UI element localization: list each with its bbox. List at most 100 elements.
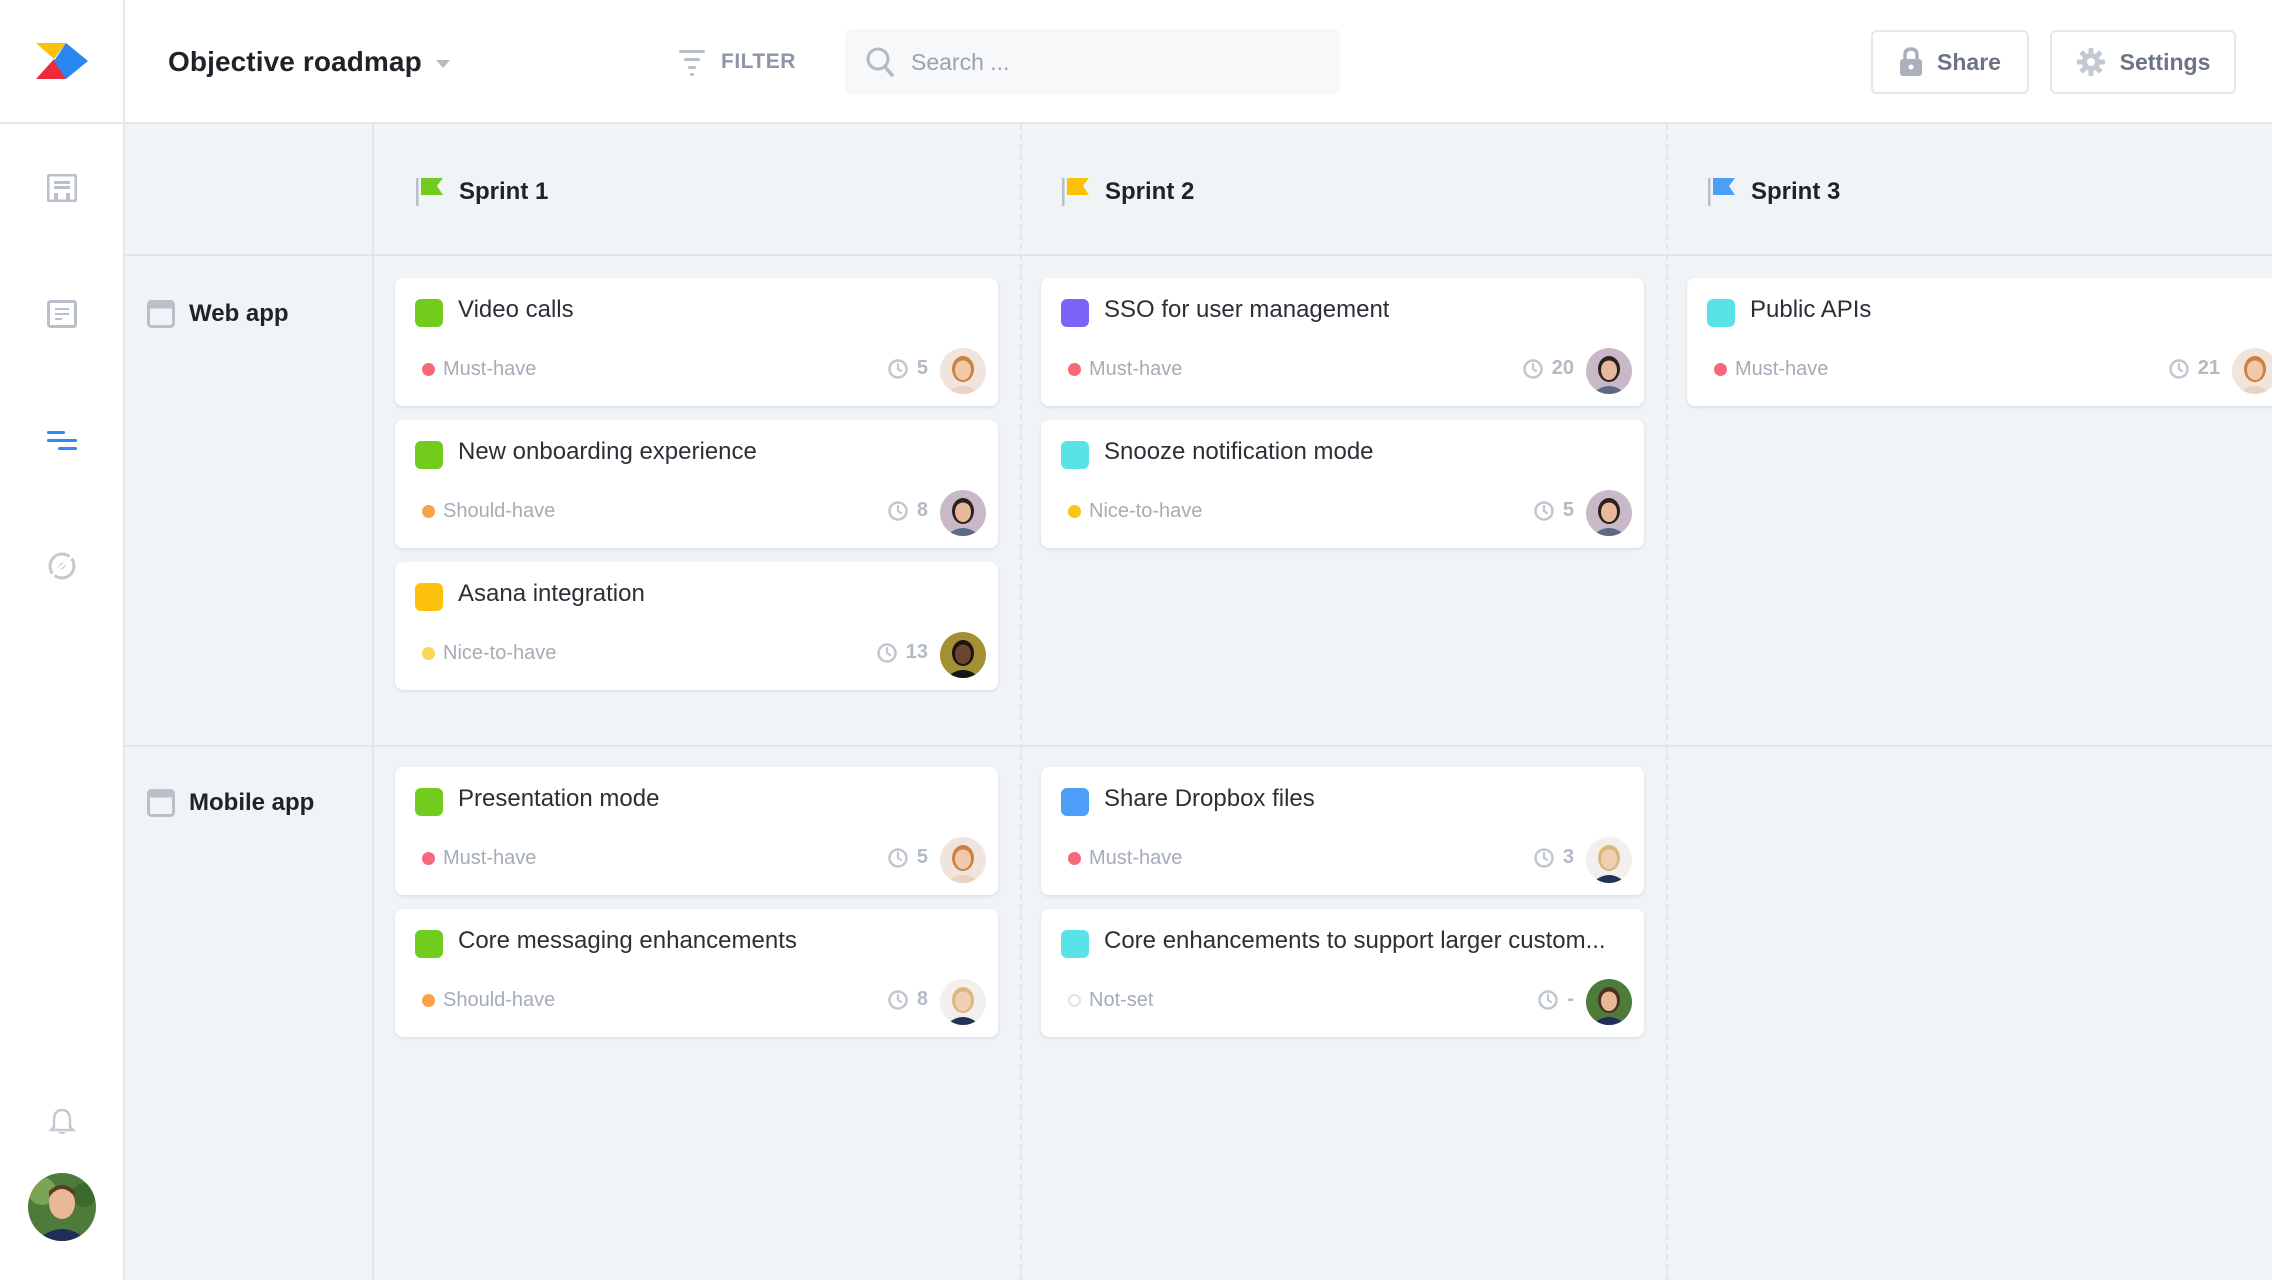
sidebar-item-roadmap[interactable] <box>0 410 123 470</box>
clock-icon <box>888 358 908 379</box>
sprint-divider <box>1020 124 1022 1280</box>
priority-dot-icon <box>422 363 435 376</box>
logo-icon <box>35 43 88 79</box>
roadmap-selector[interactable]: Objective roadmap <box>168 38 450 86</box>
search-input[interactable] <box>911 48 1331 76</box>
clock-icon <box>888 847 908 868</box>
share-button[interactable]: Share <box>1871 30 2029 94</box>
feature-color-swatch <box>1061 441 1089 469</box>
priority-badge[interactable]: Not-set <box>1068 989 1153 1012</box>
assignee-avatar[interactable] <box>1586 837 1632 883</box>
feature-title: Public APIs <box>1750 296 1872 323</box>
row-label-text: Web app <box>189 300 289 327</box>
priority-dot-icon <box>422 994 435 1007</box>
feature-color-swatch <box>1061 299 1089 327</box>
feature-card[interactable]: New onboarding experience Should-have 8 <box>395 420 998 548</box>
avatar-image <box>2232 348 2272 394</box>
priority-badge[interactable]: Must-have <box>1068 847 1182 870</box>
bell-icon <box>47 1108 76 1134</box>
feature-title: New onboarding experience <box>458 438 757 465</box>
priority-badge[interactable]: Should-have <box>422 500 555 523</box>
feature-card[interactable]: Snooze notification mode Nice-to-have 5 <box>1041 420 1644 548</box>
feature-card[interactable]: Presentation mode Must-have 5 <box>395 767 998 895</box>
page-title: Objective roadmap <box>168 46 422 77</box>
sprint-header-3[interactable]: Sprint 3 <box>1707 172 1840 212</box>
user-avatar-image <box>28 1173 96 1241</box>
assignee-avatar[interactable] <box>2232 348 2272 394</box>
assignee-avatar[interactable] <box>940 632 986 678</box>
feature-title: Share Dropbox files <box>1104 785 1315 812</box>
priority-badge[interactable]: Nice-to-have <box>1068 500 1202 523</box>
assignee-avatar[interactable] <box>1586 490 1632 536</box>
priority-badge[interactable]: Should-have <box>422 989 555 1012</box>
effort-value: 3 <box>1562 846 1574 868</box>
assignee-avatar[interactable] <box>940 837 986 883</box>
priority-label: Must-have <box>1089 847 1183 869</box>
assignee-avatar[interactable] <box>1586 348 1632 394</box>
feature-title: Video calls <box>458 296 574 323</box>
user-avatar[interactable] <box>28 1173 96 1241</box>
notifications-button[interactable] <box>0 1092 123 1152</box>
priority-dot-icon <box>1068 505 1081 518</box>
avatar-image <box>1586 837 1632 883</box>
sidebar-item-document[interactable] <box>0 284 123 344</box>
feature-card[interactable]: Video calls Must-have 5 <box>395 278 998 406</box>
priority-badge[interactable]: Must-have <box>422 847 536 870</box>
feature-card[interactable]: Public APIs Must-have 21 <box>1687 278 2272 406</box>
clock-icon <box>1523 358 1543 379</box>
sprint-divider <box>1666 124 1668 1280</box>
priority-label: Must-have <box>1735 358 1829 380</box>
sprint-header-1[interactable]: Sprint 1 <box>415 172 548 212</box>
row-label-mobile-app[interactable]: Mobile app <box>147 786 314 820</box>
flag-shape <box>421 178 443 195</box>
priority-dot-icon <box>1714 363 1727 376</box>
feature-color-swatch <box>415 788 443 816</box>
effort-value: 5 <box>916 357 928 379</box>
priority-dot-icon <box>422 852 435 865</box>
effort-estimate: 21 <box>2168 357 2220 380</box>
priority-label: Should-have <box>443 989 556 1011</box>
filter-button[interactable]: FILTER <box>679 40 796 84</box>
compass-icon <box>48 552 75 580</box>
feature-title: Presentation mode <box>458 785 660 812</box>
roadmap-board: Sprint 1 Sprint 2 Sprint 3 Web app Mobil… <box>125 124 2272 1280</box>
sidebar-item-board[interactable] <box>0 158 123 218</box>
priority-dot-icon <box>422 647 435 660</box>
assignee-avatar[interactable] <box>940 348 986 394</box>
feature-title: Core enhancements to support larger cust… <box>1104 927 1606 954</box>
sprint-header-2[interactable]: Sprint 2 <box>1061 172 1194 212</box>
priority-badge[interactable]: Nice-to-have <box>422 642 556 665</box>
assignee-avatar[interactable] <box>1586 979 1632 1025</box>
sidebar-item-explore[interactable] <box>0 536 123 596</box>
search-box[interactable] <box>845 29 1340 95</box>
avatar-image <box>940 632 986 678</box>
effort-estimate: 5 <box>887 846 928 869</box>
feature-card[interactable]: SSO for user management Must-have 20 <box>1041 278 1644 406</box>
assignee-avatar[interactable] <box>940 490 986 536</box>
priority-label: Must-have <box>1089 358 1183 380</box>
row-label-web-app[interactable]: Web app <box>147 297 289 331</box>
app-window-icon <box>147 789 175 817</box>
app-logo[interactable] <box>0 0 123 124</box>
avatar-image <box>940 348 986 394</box>
priority-badge[interactable]: Must-have <box>1714 358 1828 381</box>
lock-icon <box>1900 47 1923 76</box>
priority-badge[interactable]: Must-have <box>1068 358 1182 381</box>
row-label-text: Mobile app <box>189 789 315 816</box>
priority-badge[interactable]: Must-have <box>422 358 536 381</box>
filter-label: FILTER <box>721 50 796 73</box>
flag-shape <box>1067 178 1089 195</box>
feature-color-swatch <box>1061 930 1089 958</box>
settings-button[interactable]: Settings <box>2050 30 2236 94</box>
row-divider <box>125 745 2272 747</box>
priority-label: Must-have <box>443 847 537 869</box>
feature-title: Core messaging enhancements <box>458 927 797 954</box>
assignee-avatar[interactable] <box>940 979 986 1025</box>
feature-card[interactable]: Core messaging enhancements Should-have … <box>395 909 998 1037</box>
search-icon <box>866 47 894 77</box>
feature-card[interactable]: Core enhancements to support larger cust… <box>1041 909 1644 1037</box>
feature-card[interactable]: Asana integration Nice-to-have 13 <box>395 562 998 690</box>
clock-icon <box>2169 358 2189 379</box>
feature-card[interactable]: Share Dropbox files Must-have 3 <box>1041 767 1644 895</box>
priority-dot-icon <box>1068 994 1081 1007</box>
